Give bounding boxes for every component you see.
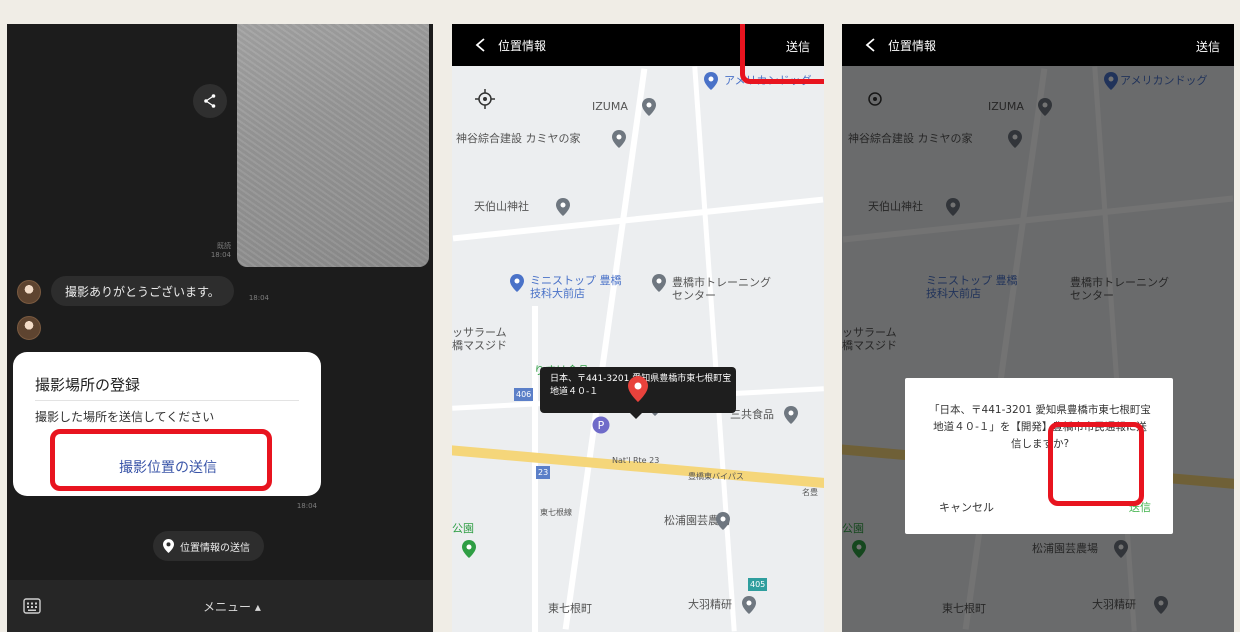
map-view[interactable]: アメリカンドッグ IZUMA 神谷綜合建設 カミヤの家 天伯山神社 ミニストップ…	[452, 66, 824, 632]
cancel-button[interactable]: キャンセル	[933, 498, 1000, 516]
chat-screen: 既読 18:04 撮影ありがとうございます。 18:04 撮影場所の登録 撮影し…	[7, 24, 433, 632]
my-location-icon[interactable]	[474, 88, 496, 110]
poi-tenpaku: 天伯山神社	[474, 200, 529, 213]
national-route-23	[452, 443, 824, 491]
poi-training-center: 豊橋市トレーニング センター	[672, 276, 771, 302]
road-label-route23: Nat'l Rte 23	[612, 456, 660, 465]
poi-pin-icon[interactable]	[784, 406, 798, 424]
avatar[interactable]	[17, 316, 41, 340]
dialog-message: 「日本、〒441-3201 愛知県豊橋市東七根町宝地道４０-１」を【開発】豊橋市…	[929, 404, 1151, 450]
share-button[interactable]	[193, 84, 227, 118]
poi-park: 公園	[452, 522, 474, 535]
confirm-dialog: 「日本、〒441-3201 愛知県豊橋市東七根町宝地道４０-１」を【開発】豊橋市…	[905, 378, 1173, 534]
page-title: 位置情報	[498, 38, 547, 53]
poi-salon: ッサラーム 橋マスジド	[452, 326, 507, 352]
send-button[interactable]: 送信	[1196, 38, 1220, 55]
road-label-meiho: 名豊	[802, 488, 818, 497]
shared-photo[interactable]	[237, 24, 429, 267]
area-higashi-nanane: 東七根町	[548, 602, 592, 615]
send-location-label: 位置情報の送信	[180, 542, 250, 554]
map-road	[692, 66, 737, 632]
road-label-higashi: 東七根線	[540, 508, 572, 517]
poi-pin-icon[interactable]	[704, 72, 718, 90]
confirm-screen: 位置情報 送信 アメリカンドッグ IZUMA 神谷綜合建設 カミヤの家 天伯山神…	[842, 24, 1234, 632]
keyboard-icon[interactable]	[23, 597, 41, 615]
poi-pin-icon[interactable]	[462, 540, 476, 558]
photo-meta: 既読 18:04	[203, 242, 231, 260]
poi-kamiya: 神谷綜合建設 カミヤの家	[456, 132, 581, 145]
modal-backdrop[interactable]	[842, 66, 1234, 632]
card-divider	[35, 400, 299, 401]
message-time: 18:04	[248, 294, 269, 302]
send-button[interactable]: 送信	[786, 38, 810, 55]
poi-ministop: ミニストップ 豊橋 技科大前店	[530, 274, 622, 300]
map-screen: 位置情報 送信 アメリカンドッグ IZUMA 神谷綜合建設 カミヤの家 天伯山神…	[452, 24, 824, 632]
back-arrow-icon[interactable]	[474, 38, 488, 52]
chat-bottom-bar: メニュー ▴	[7, 580, 433, 632]
poi-pin-icon[interactable]	[510, 274, 524, 292]
back-arrow-icon[interactable]	[864, 38, 878, 52]
poi-pin-icon[interactable]	[612, 130, 626, 148]
location-register-card: 撮影場所の登録 撮影した場所を送信してください 撮影位置の送信	[13, 352, 321, 496]
message-text: 撮影ありがとうございます。	[65, 284, 220, 299]
map-header: 位置情報 送信	[452, 24, 824, 66]
route-shield-405: 405	[748, 578, 768, 591]
route-shield-23: 23	[536, 466, 551, 479]
road-label-bypass: 豊橋東バイパス	[688, 472, 744, 481]
svg-text:P: P	[598, 419, 605, 432]
map-view: アメリカンドッグ IZUMA 神谷綜合建設 カミヤの家 天伯山神社 ミニストップ…	[842, 66, 1234, 632]
read-status: 既読	[217, 242, 231, 250]
share-icon	[204, 94, 216, 108]
card-subtitle: 撮影した場所を送信してください	[35, 410, 215, 424]
poi-pin-icon[interactable]	[556, 198, 570, 216]
menu-button[interactable]: メニュー ▴	[203, 598, 261, 615]
poi-pin-icon[interactable]	[742, 596, 756, 614]
map-header: 位置情報 送信	[842, 24, 1234, 66]
message-bubble: 撮影ありがとうございます。	[51, 276, 234, 306]
poi-pin-icon[interactable]	[642, 98, 656, 116]
avatar[interactable]	[17, 280, 41, 304]
card-title: 撮影場所の登録	[35, 376, 141, 394]
location-pin-icon	[163, 539, 174, 553]
map-road	[562, 68, 648, 630]
selected-location-pin-icon[interactable]	[628, 376, 648, 402]
route-shield-406: 406	[514, 388, 534, 401]
poi-american-dog: アメリカンドッグ	[724, 74, 812, 87]
parking-icon[interactable]: P	[592, 416, 610, 434]
page-title: 位置情報	[888, 38, 937, 53]
poi-pin-icon[interactable]	[652, 274, 666, 292]
poi-pin-icon[interactable]	[716, 512, 730, 530]
poi-oba: 大羽精研	[688, 598, 732, 611]
poi-izuma: IZUMA	[592, 100, 628, 113]
poi-sankyo: 三共食品	[730, 408, 774, 421]
card-time: 18:04	[296, 502, 317, 510]
send-location-button[interactable]: 位置情報の送信	[153, 531, 264, 561]
photo-time: 18:04	[210, 251, 231, 259]
confirm-send-button[interactable]: 送信	[1123, 498, 1157, 516]
send-photo-location-button[interactable]: 撮影位置の送信	[68, 448, 268, 486]
